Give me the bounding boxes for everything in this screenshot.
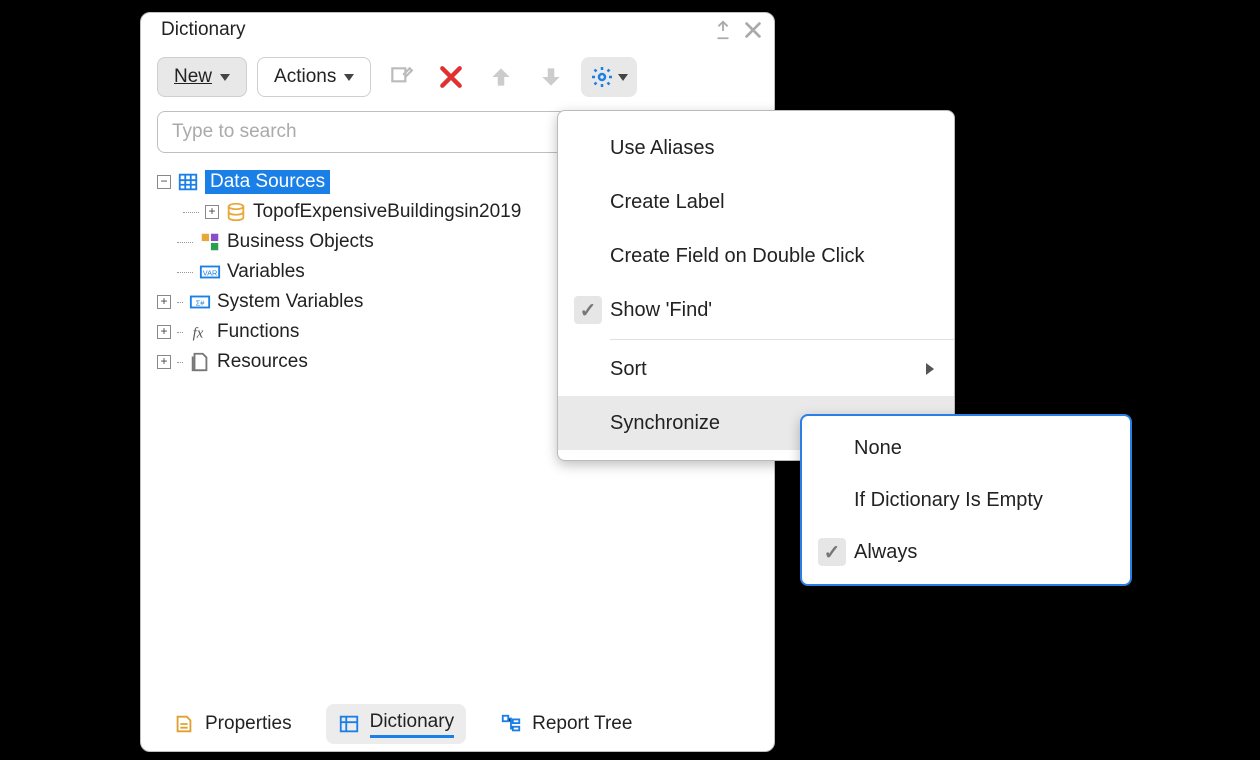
resources-icon (189, 351, 211, 373)
menu-item-sort[interactable]: Sort (558, 342, 954, 396)
chevron-right-icon (926, 363, 934, 375)
bottom-tabs: Properties Dictionary Report Tree (141, 697, 774, 751)
database-icon (225, 201, 247, 223)
menu-item-label: If Dictionary Is Empty (854, 489, 1110, 512)
tree-label: Functions (217, 321, 299, 343)
pin-icon[interactable] (712, 19, 734, 41)
actions-button-label: Actions (274, 66, 336, 88)
menu-item-label: Create Label (610, 191, 934, 214)
menu-item-use-aliases[interactable]: Use Aliases (558, 121, 954, 175)
chevron-down-icon (344, 74, 354, 81)
tree-label: TopofExpensiveBuildingsin2019 (253, 201, 521, 223)
menu-item-sync-none[interactable]: None (802, 422, 1130, 474)
dictionary-icon (338, 713, 360, 735)
objects-icon (199, 231, 221, 253)
tab-dictionary[interactable]: Dictionary (326, 704, 466, 744)
chevron-down-icon (618, 74, 628, 81)
tree-label: Resources (217, 351, 308, 373)
check-icon: ✓ (818, 538, 846, 566)
tab-label: Properties (205, 713, 292, 735)
new-button[interactable]: New (157, 57, 247, 97)
delete-icon[interactable] (431, 57, 471, 97)
check-icon: ✓ (574, 296, 602, 324)
expand-icon[interactable]: + (157, 325, 171, 339)
menu-item-sync-if-empty[interactable]: If Dictionary Is Empty (802, 474, 1130, 526)
panel-header: Dictionary (141, 13, 774, 47)
settings-button[interactable] (581, 57, 637, 97)
properties-icon (173, 713, 195, 735)
tree-label: Data Sources (205, 170, 330, 194)
svg-text:VAR: VAR (203, 269, 218, 278)
menu-item-show-find[interactable]: ✓ Show 'Find' (558, 283, 954, 337)
settings-menu: Use Aliases Create Label Create Field on… (557, 110, 955, 461)
close-icon[interactable] (742, 19, 764, 41)
svg-text:Σ#: Σ# (196, 299, 206, 308)
synchronize-submenu: None If Dictionary Is Empty ✓ Always (800, 414, 1132, 586)
toolbar: New Actions (141, 47, 774, 111)
menu-item-label: Show 'Find' (610, 299, 934, 322)
tab-label: Report Tree (532, 713, 632, 735)
new-button-label: New (174, 66, 212, 87)
menu-item-create-label[interactable]: Create Label (558, 175, 954, 229)
edit-icon[interactable] (381, 57, 421, 97)
tab-report-tree[interactable]: Report Tree (488, 704, 644, 744)
menu-item-label: Use Aliases (610, 137, 934, 160)
menu-item-label: None (854, 437, 1110, 460)
tree-label: Variables (227, 261, 305, 283)
table-icon (177, 171, 199, 193)
chevron-down-icon (220, 74, 230, 81)
tab-label: Dictionary (370, 711, 454, 738)
move-down-icon[interactable] (531, 57, 571, 97)
tab-properties[interactable]: Properties (161, 704, 304, 744)
svg-text:fx: fx (193, 326, 204, 342)
tree-label: Business Objects (227, 231, 374, 253)
menu-separator (610, 339, 954, 340)
actions-button[interactable]: Actions (257, 57, 371, 97)
report-tree-icon (500, 713, 522, 735)
variable-icon: VAR (199, 261, 221, 283)
panel-title: Dictionary (161, 19, 712, 41)
menu-item-label: Always (854, 541, 1110, 564)
menu-item-label: Sort (610, 358, 926, 381)
tree-label: System Variables (217, 291, 363, 313)
function-icon: fx (189, 321, 211, 343)
expand-icon[interactable]: + (205, 205, 219, 219)
menu-item-sync-always[interactable]: ✓ Always (802, 526, 1130, 578)
sysvar-icon: Σ# (189, 291, 211, 313)
collapse-icon[interactable]: − (157, 175, 171, 189)
move-up-icon[interactable] (481, 57, 521, 97)
expand-icon[interactable]: + (157, 355, 171, 369)
expand-icon[interactable]: + (157, 295, 171, 309)
menu-item-label: Create Field on Double Click (610, 245, 934, 268)
menu-item-create-field[interactable]: Create Field on Double Click (558, 229, 954, 283)
